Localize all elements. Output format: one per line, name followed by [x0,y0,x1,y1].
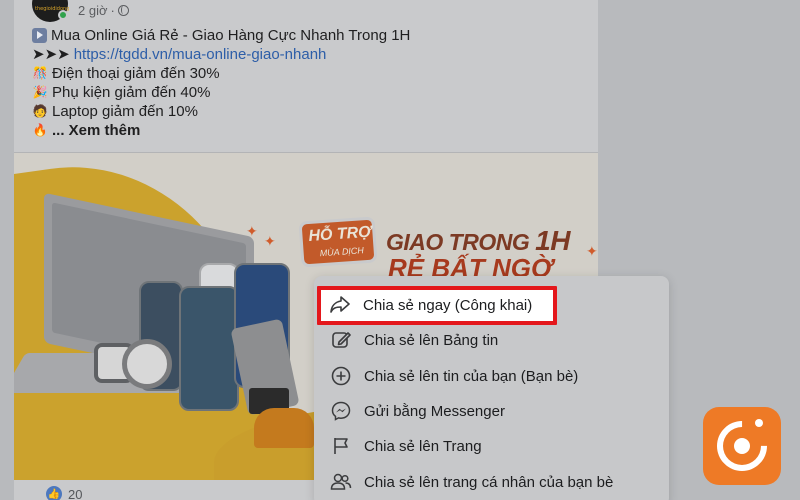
arrows-icon: ➤➤➤ [32,46,70,63]
share-to-page[interactable]: Chia sẻ lên Trang [314,429,669,463]
reaction-count: 20 [68,486,83,500]
post-line-accessories: 🎉 Phụ kiện giảm đến 40% [32,84,211,101]
post-line-see-more: 🔥 ... Xem thêm [32,121,410,140]
post-line-laptops: 🧑 Laptop giảm đến 10% [32,103,198,120]
promo-badge: HỖ TRỢ MÙA DỊCH [298,216,378,268]
fire-icon: 🔥 [32,123,48,137]
online-status-dot [58,10,68,20]
highlighted-share-now-box[interactable]: Chia sẻ ngay (Công khai) [317,286,557,325]
sparkle-icon: ✦ [586,243,598,259]
post-line-title: Mua Online Giá Rẻ - Giao Hàng Cực Nhanh … [32,26,410,45]
confetti-icon: 🎊 [32,66,48,80]
app-logo-badge [703,407,781,485]
watch-image [122,339,172,389]
send-via-messenger[interactable]: Gửi bằng Messenger [314,394,669,428]
post-time-text: 2 giờ [78,3,108,18]
sparkle-icon: ✦ [264,233,276,249]
post-body-text: Mua Online Giá Rẻ - Giao Hàng Cực Nhanh … [32,26,410,140]
share-to-story[interactable]: Chia sẻ lên tin của bạn (Bạn bè) [314,359,669,393]
person-laptop-icon: 🧑 [32,104,48,118]
post-timestamp[interactable]: 2 giờ · [78,3,129,18]
post-line-phones: 🎊 Điện thoại giảm đến 30% [32,65,220,82]
delivery-scooter-image [254,408,314,448]
play-icon [32,28,47,43]
phone-image [179,286,239,411]
plus-circle-icon [330,365,352,387]
share-arrow-icon [329,294,351,316]
like-icon: 👍 [46,486,62,500]
flag-icon [330,435,352,457]
post-line-link: ➤➤➤ https://tgdd.vn/mua-online-giao-nhan… [32,45,410,64]
post-link[interactable]: https://tgdd.vn/mua-online-giao-nhanh [74,45,327,64]
reaction-summary[interactable]: 👍 20 [46,486,82,500]
share-to-friends-profile[interactable]: Chia sẻ lên trang cá nhân của bạn bè [314,465,669,499]
party-popper-icon: 🎉 [32,85,48,99]
share-to-feed[interactable]: Chia sẻ lên Bảng tin [314,323,669,357]
see-more-link[interactable]: ... Xem thêm [52,121,140,140]
globe-icon [117,5,129,16]
edit-icon [330,329,352,351]
friends-icon [330,471,352,493]
sparkle-icon: ✦ [246,223,258,239]
highlighted-share-now: Chia sẻ ngay (Công khai) [329,294,532,316]
messenger-icon [330,400,352,422]
